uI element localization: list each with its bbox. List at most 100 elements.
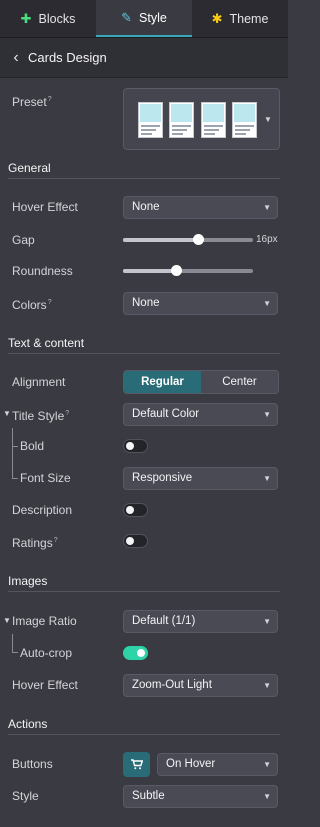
toggle-knob (126, 537, 134, 545)
chevron-left-icon: ‹ (13, 48, 19, 66)
text-line (204, 133, 215, 135)
caret-down-icon: ▼ (263, 760, 271, 769)
toggle-knob (126, 442, 134, 450)
section-text-content: Text & content (8, 332, 280, 354)
text-line (172, 133, 183, 135)
style-label: Style (12, 789, 39, 803)
tab-label: Theme (229, 11, 269, 26)
caret-down-icon: ▼ (263, 681, 271, 690)
title-style-select[interactable]: Default Color ▼ (123, 403, 278, 426)
cart-icon (130, 759, 143, 770)
figure-image (234, 104, 255, 122)
select-value: None (132, 297, 160, 309)
description-toggle[interactable] (123, 503, 148, 517)
caret-down-icon: ▼ (263, 474, 271, 483)
bold-toggle[interactable] (123, 439, 148, 453)
text-line (235, 125, 254, 127)
preset-card-4 (232, 102, 257, 138)
hover-effect-row: Hover Effect None ▼ (0, 194, 288, 220)
preset-card-1 (138, 102, 163, 138)
tshirt-image (203, 104, 224, 122)
select-value: None (132, 201, 160, 213)
help-icon[interactable]: ? (48, 299, 52, 306)
ratings-label: Ratings? (12, 536, 58, 550)
image-hover-effect-label: Hover Effect (12, 678, 78, 692)
image-hover-effect-row: Hover Effect Zoom-Out Light ▼ (0, 672, 288, 698)
image-ratio-row: ▼ Image Ratio Default (1/1) ▼ (0, 608, 288, 634)
alignment-center-button[interactable]: Center (201, 371, 278, 393)
ratings-row: Ratings? (0, 528, 288, 554)
select-value: Default Color (132, 408, 200, 420)
description-row: Description (0, 497, 288, 523)
help-icon[interactable]: ? (48, 96, 52, 103)
text-line (141, 125, 160, 127)
colors-label: Colors? (12, 298, 52, 312)
buttons-row: Buttons On Hover ▼ (0, 751, 288, 777)
ratings-toggle[interactable] (123, 534, 148, 548)
tab-blocks[interactable]: ✚ Blocks (0, 0, 96, 37)
tab-theme[interactable]: ✱ Theme (192, 0, 288, 37)
select-value: Subtle (132, 790, 165, 802)
plus-icon: ✚ (20, 10, 32, 26)
select-value: Responsive (132, 472, 193, 484)
text-line (235, 133, 246, 135)
gap-label: Gap (12, 233, 35, 247)
image-ratio-select[interactable]: Default (1/1) ▼ (123, 610, 278, 633)
pants-image (171, 104, 192, 122)
expand-triangle-icon[interactable]: ▼ (3, 608, 11, 634)
gear-icon: ✱ (211, 10, 223, 26)
preset-label: Preset? (12, 95, 52, 109)
alignment-toggle: Regular Center (123, 370, 279, 394)
section-images: Images (8, 570, 280, 592)
caret-down-icon: ▼ (263, 299, 271, 308)
preset-card-2 (169, 102, 194, 138)
hover-effect-select[interactable]: None ▼ (123, 196, 278, 219)
colors-select[interactable]: None ▼ (123, 292, 278, 315)
font-size-select[interactable]: Responsive ▼ (123, 467, 278, 490)
preset-selector[interactable]: ▼ (123, 88, 280, 150)
image-hover-effect-select[interactable]: Zoom-Out Light ▼ (123, 674, 278, 697)
expand-triangle-icon[interactable]: ▼ (3, 401, 11, 427)
gap-value: 16px (256, 234, 278, 245)
slider-knob[interactable] (171, 265, 183, 276)
alignment-row: Alignment Regular Center (0, 369, 288, 395)
text-line (141, 133, 152, 135)
toggle-knob (137, 649, 145, 657)
top-tabs: ✚ Blocks ✎ Style ✱ Theme (0, 0, 288, 38)
tab-style[interactable]: ✎ Style (96, 0, 192, 37)
text-line (172, 125, 191, 127)
gap-row: Gap 16px (0, 227, 288, 253)
help-icon[interactable]: ? (54, 537, 58, 544)
roundness-row: Roundness (0, 258, 288, 284)
caret-down-icon: ▼ (264, 115, 272, 124)
button-style-select[interactable]: Subtle ▼ (123, 785, 278, 808)
text-line (172, 129, 187, 131)
slider-knob[interactable] (193, 234, 205, 245)
tshirt-image (140, 104, 161, 122)
back-button[interactable]: ‹ Cards Design (0, 38, 288, 78)
tab-label: Style (139, 10, 167, 25)
alignment-regular-button[interactable]: Regular (124, 371, 201, 393)
pencil-icon: ✎ (121, 9, 133, 25)
hover-effect-label: Hover Effect (12, 200, 78, 214)
auto-crop-toggle[interactable] (123, 646, 148, 660)
help-icon[interactable]: ? (65, 410, 69, 417)
auto-crop-row: Auto-crop (0, 640, 288, 666)
text-line (204, 129, 219, 131)
text-line (141, 129, 156, 131)
select-value: On Hover (166, 758, 216, 770)
cart-button[interactable] (123, 752, 150, 777)
caret-down-icon: ▼ (263, 203, 271, 212)
title-style-row: ▼ Title Style? Default Color ▼ (0, 401, 288, 427)
gap-slider[interactable] (123, 234, 253, 245)
tab-label: Blocks (38, 11, 76, 26)
description-label: Description (12, 503, 73, 517)
buttons-visibility-select[interactable]: On Hover ▼ (157, 753, 278, 776)
roundness-label: Roundness (12, 264, 73, 278)
preset-card-3 (201, 102, 226, 138)
toggle-knob (126, 506, 134, 514)
roundness-slider[interactable] (123, 265, 253, 276)
bold-label: Bold (20, 439, 45, 453)
text-line (204, 125, 223, 127)
select-value: Zoom-Out Light (132, 679, 212, 691)
